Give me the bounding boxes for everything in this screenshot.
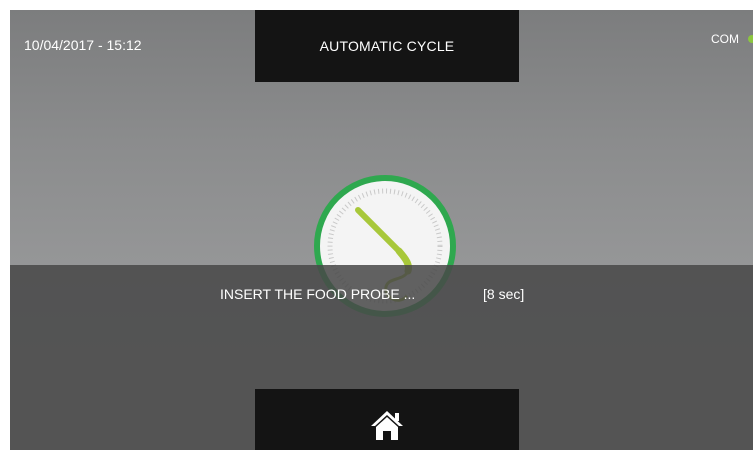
title-bar: AUTOMATIC CYCLE bbox=[255, 10, 519, 82]
home-button[interactable] bbox=[255, 389, 519, 450]
date-time-display: 10/04/2017 - 15:12 bbox=[24, 37, 142, 53]
home-icon bbox=[371, 411, 403, 440]
controller-screen: 10/04/2017 - 15:12 AUTOMATIC CYCLE COM I… bbox=[10, 10, 753, 450]
countdown-timer: [8 sec] bbox=[483, 286, 525, 302]
com-status-indicator bbox=[748, 35, 753, 43]
dialog-message: INSERT THE FOOD PROBE ... bbox=[220, 286, 416, 302]
page-title: AUTOMATIC CYCLE bbox=[319, 38, 455, 54]
com-label: COM bbox=[711, 32, 739, 46]
com-status: COM bbox=[711, 32, 753, 46]
